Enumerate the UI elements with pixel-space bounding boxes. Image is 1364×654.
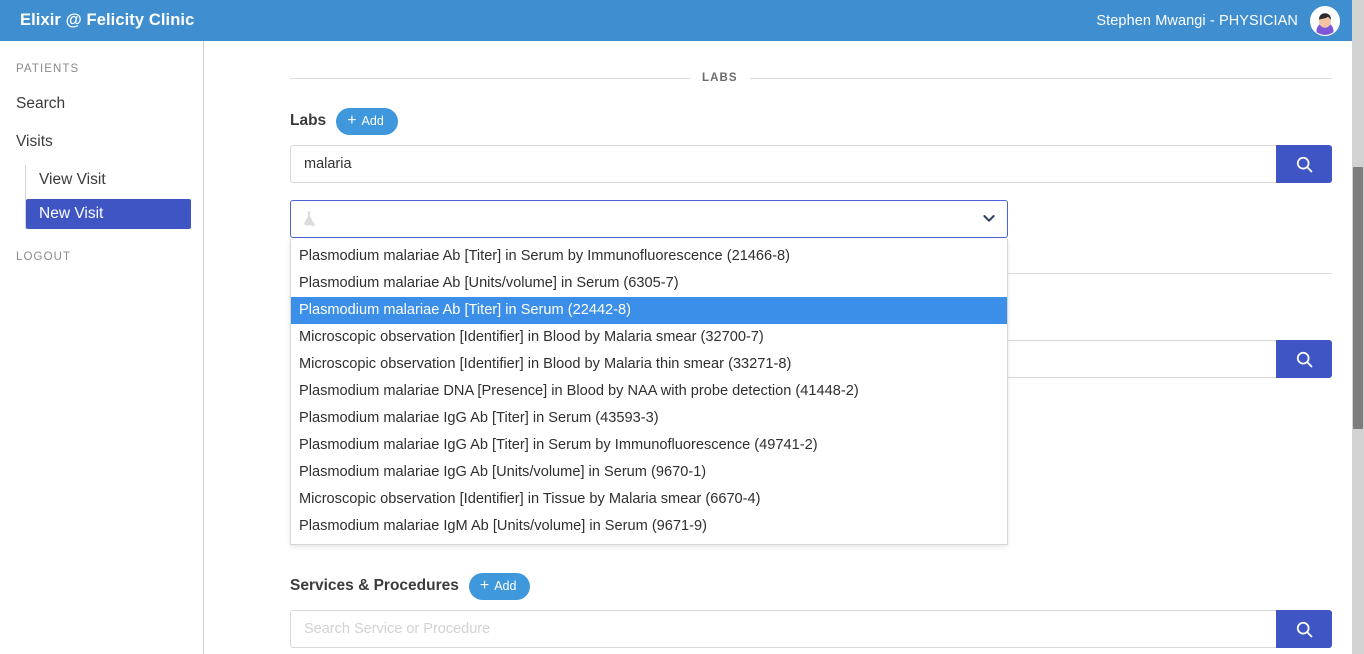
plus-icon: + <box>347 112 357 129</box>
scrollbar-thumb[interactable] <box>1353 167 1363 429</box>
chevron-down-icon[interactable] <box>981 210 997 228</box>
lab-option[interactable]: Plasmodium malariae DNA [Presence] in Bl… <box>291 378 1007 405</box>
labs-add-label: Add <box>361 114 384 128</box>
lab-select-control[interactable] <box>290 200 1008 238</box>
flask-add-icon <box>299 209 981 229</box>
labs-section-divider: LABS <box>290 69 1332 87</box>
lab-option[interactable]: Plasmodium malariae IgG Ab [Units/volume… <box>291 459 1007 486</box>
sidebar-item-view-visit[interactable]: View Visit <box>26 165 203 195</box>
user-box[interactable]: Stephen Mwangi - PHYSICIAN <box>1096 5 1340 36</box>
search-icon <box>1296 156 1312 172</box>
lab-option[interactable]: Plasmodium malariae IgM Ab [Units/volume… <box>291 513 1007 540</box>
divider-line-left <box>290 77 690 79</box>
services-add-button[interactable]: + Add <box>468 572 531 600</box>
sidebar-item-search[interactable]: Search <box>0 89 203 119</box>
lab-option[interactable]: Plasmodium malariae IgG Ab [Titer] in Se… <box>291 405 1007 432</box>
sidebar: PATIENTS Search Visits View Visit New Vi… <box>0 41 204 654</box>
header-scrollbar-gutter <box>1352 0 1364 41</box>
labs-search-button[interactable] <box>1276 145 1332 183</box>
plus-icon: + <box>479 577 490 594</box>
labs-section-caption: LABS <box>702 72 738 84</box>
services-group-header: Services & Procedures + Add <box>290 572 1332 600</box>
app-header: Elixir @ Felicity Clinic Stephen Mwangi … <box>0 0 1352 41</box>
obscured-search-button[interactable] <box>1276 340 1332 378</box>
search-icon <box>1296 621 1312 637</box>
services-group: Services & Procedures + Add <box>290 572 1332 648</box>
sidebar-item-new-visit[interactable]: New Visit <box>26 199 191 229</box>
divider-line-right <box>749 77 1332 79</box>
search-icon <box>1296 351 1312 367</box>
sidebar-item-visits[interactable]: Visits <box>0 127 203 157</box>
labs-search-row <box>290 145 1332 183</box>
app-brand-title: Elixir @ Felicity Clinic <box>20 11 195 29</box>
sidebar-section-patients: PATIENTS <box>16 63 80 75</box>
lab-option[interactable]: Plasmodium malariae Ab [Units/volume] in… <box>291 270 1007 297</box>
labs-title: Labs <box>290 112 327 129</box>
lab-option[interactable]: Microscopic observation [Identifier] in … <box>291 324 1007 351</box>
lab-select-menu: Plasmodium malariae Ab [Titer] in Serum … <box>290 239 1008 545</box>
labs-search-input[interactable] <box>290 145 1276 183</box>
services-search-row <box>290 610 1332 648</box>
services-title: Services & Procedures <box>290 577 459 594</box>
vertical-scrollbar[interactable] <box>1352 41 1364 654</box>
labs-add-button[interactable]: + Add <box>336 107 398 135</box>
lab-select: Plasmodium malariae Ab [Titer] in Serum … <box>290 200 1008 545</box>
main-content: LABS Labs + Add malaria Plasmodium malar… <box>205 41 1352 654</box>
sidebar-item-logout[interactable]: LOGOUT <box>0 251 203 263</box>
labs-group: Labs + Add <box>290 107 1332 183</box>
lab-option[interactable]: Plasmodium malariae IgG Ab [Titer] in Se… <box>291 432 1007 459</box>
lab-option-selected[interactable]: Plasmodium malariae Ab [Titer] in Serum … <box>291 297 1007 324</box>
lab-option[interactable]: Microscopic observation [Identifier] in … <box>291 351 1007 378</box>
services-search-button[interactable] <box>1276 610 1332 648</box>
lab-option[interactable]: Microscopic observation [Identifier] in … <box>291 486 1007 513</box>
user-name-role: Stephen Mwangi - PHYSICIAN <box>1096 12 1298 29</box>
sidebar-subnav: View Visit New Visit <box>25 165 203 229</box>
user-avatar-icon[interactable] <box>1310 5 1340 36</box>
services-search-input[interactable] <box>290 610 1276 648</box>
labs-group-header: Labs + Add <box>290 107 1332 135</box>
services-add-label: Add <box>494 579 517 593</box>
lab-option[interactable]: Plasmodium malariae Ab [Titer] in Serum … <box>291 243 1007 270</box>
flask-add-icon-svg <box>304 211 316 227</box>
